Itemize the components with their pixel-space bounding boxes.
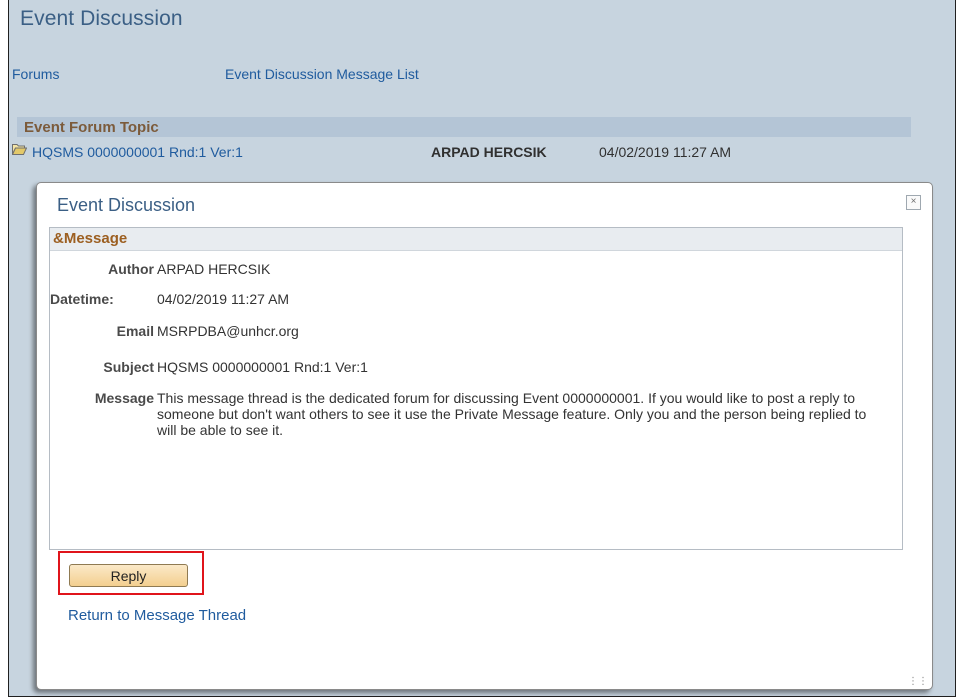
message-panel: &Message Author ARPAD HERCSIK Datetime: … [49,227,903,550]
open-folder-icon [12,144,27,155]
return-to-thread-link[interactable]: Return to Message Thread [68,607,246,624]
author-value: ARPAD HERCSIK [157,261,271,277]
topic-link[interactable]: HQSMS 0000000001 Rnd:1 Ver:1 [32,144,243,160]
datetime-value: 04/02/2019 11:27 AM [157,291,290,307]
message-section-header: &Message [50,228,902,251]
topic-section-label: Event Forum Topic [24,119,159,136]
resize-grip-icon[interactable]: ⋮⋮ [908,677,928,687]
topic-author: ARPAD HERCSIK [431,144,547,160]
close-icon[interactable]: × [906,195,921,210]
topic-datetime: 04/02/2019 11:27 AM [599,144,732,160]
email-value: MSRPDBA@unhcr.org [157,323,299,339]
message-body: This message thread is the dedicated for… [157,390,867,438]
breadcrumb-forums-link[interactable]: Forums [12,66,59,82]
modal-title: Event Discussion [57,195,196,215]
author-label: Author [108,261,154,277]
reply-button[interactable]: Reply [69,564,188,587]
page-title: Event Discussion [20,7,183,30]
datetime-label: Datetime: [50,291,114,307]
message-label: Message [94,390,154,406]
event-discussion-modal: Event Discussion × &Message Author ARPAD… [36,182,933,690]
breadcrumb-message-list-link[interactable]: Event Discussion Message List [225,66,419,82]
email-label: Email [116,323,154,339]
subject-label: Subject [103,359,154,375]
subject-value: HQSMS 0000000001 Rnd:1 Ver:1 [157,359,368,375]
